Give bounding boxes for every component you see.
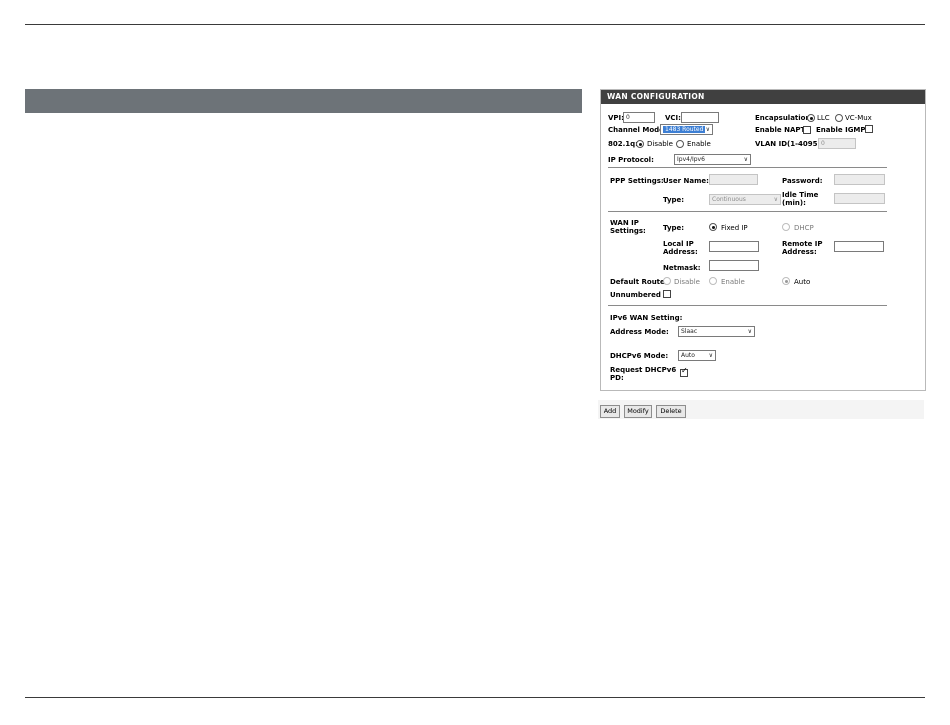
encapsulation-label: Encapsulation:	[755, 114, 814, 122]
vci-input[interactable]	[681, 112, 719, 123]
route-enable-radio[interactable]	[709, 277, 717, 285]
chevron-down-icon: ∨	[747, 328, 752, 335]
wan-ip-dhcp-radio[interactable]	[782, 223, 790, 231]
ip-protocol-select[interactable]: Ipv4/Ipv6 ∨	[674, 154, 751, 165]
encap-llc-label: LLC	[817, 114, 830, 122]
wan-ip-settings-label-line2: Settings:	[610, 227, 646, 235]
dhcpv6-mode-value: Auto	[681, 352, 695, 359]
wan-ip-type-label: Type:	[663, 224, 685, 232]
dhcpv6-mode-select[interactable]: Auto ∨	[678, 350, 716, 361]
route-disable-label: Disable	[674, 278, 700, 286]
dot1q-enable-radio[interactable]	[676, 140, 684, 148]
address-mode-value: Slaac	[681, 328, 698, 335]
unnumbered-label: Unnumbered	[610, 291, 661, 299]
channel-mode-label: Channel Mode:	[608, 126, 667, 134]
wan-ip-fixed-radio[interactable]	[709, 223, 717, 231]
channel-mode-select[interactable]: 1483 Routed ∨	[660, 124, 713, 135]
ppp-user-name-label: User Name:	[663, 177, 709, 185]
request-pd-checkbox[interactable]: ✓	[680, 366, 688, 377]
chevron-down-icon: ∨	[773, 196, 778, 203]
netmask-label: Netmask:	[663, 264, 701, 272]
local-ip-input[interactable]	[709, 241, 759, 252]
idle-time-input[interactable]	[834, 193, 885, 204]
ppp-settings-label: PPP Settings:	[610, 177, 664, 185]
enable-igmp-label: Enable IGMP:	[816, 126, 869, 134]
chevron-down-icon: ∨	[705, 126, 710, 133]
top-rule	[25, 24, 925, 25]
local-ip-label-line1: Local IP	[663, 240, 694, 248]
remote-ip-label-line2: Address:	[782, 248, 817, 256]
vlan-id-label: VLAN ID(1-4095):	[755, 140, 824, 148]
wan-ip-fixed-label: Fixed IP	[721, 224, 748, 232]
vci-label: VCI:	[665, 114, 681, 122]
address-mode-label: Address Mode:	[610, 328, 669, 336]
default-route-label: Default Route:	[610, 278, 668, 286]
ip-protocol-label: IP Protocol:	[608, 156, 654, 164]
ipv6-wan-setting-label: IPv6 WAN Setting:	[610, 314, 683, 322]
wan-configuration-panel: WAN CONFIGURATION VPI: 0 VCI: Encapsulat…	[600, 89, 926, 391]
dot1q-disable-label: Disable	[647, 140, 673, 148]
ppp-type-value: Continuous	[712, 196, 746, 203]
delete-button[interactable]: Delete	[656, 405, 686, 418]
dot1q-disable-radio[interactable]	[636, 140, 644, 148]
divider	[608, 211, 887, 212]
ppp-type-label: Type:	[663, 196, 685, 204]
ppp-password-label: Password:	[782, 177, 823, 185]
route-disable-radio[interactable]	[663, 277, 671, 285]
chevron-down-icon: ∨	[743, 156, 748, 163]
dot1q-label: 802.1q:	[608, 140, 638, 148]
route-enable-label: Enable	[721, 278, 745, 286]
checkmark-icon: ✓	[681, 366, 688, 375]
ppp-user-name-input[interactable]	[709, 174, 758, 185]
vpi-input[interactable]: 0	[623, 112, 655, 123]
idle-time-label-line1: Idle Time	[782, 191, 819, 199]
request-pd-label-line2: PD:	[610, 374, 624, 382]
vlan-id-input[interactable]: 0	[818, 138, 856, 149]
add-button[interactable]: Add	[600, 405, 620, 418]
vpi-label: VPI:	[608, 114, 624, 122]
divider	[608, 305, 887, 306]
encap-vcmux-radio[interactable]	[835, 114, 843, 122]
enable-napt-label: Enable NAPT:	[755, 126, 808, 134]
ppp-password-input[interactable]	[834, 174, 885, 185]
dot1q-enable-label: Enable	[687, 140, 711, 148]
ip-protocol-value: Ipv4/Ipv6	[677, 156, 705, 163]
enable-napt-checkbox[interactable]	[803, 126, 811, 134]
unnumbered-checkbox[interactable]	[663, 290, 671, 298]
address-mode-select[interactable]: Slaac ∨	[678, 326, 755, 337]
wan-ip-settings-label-line1: WAN IP	[610, 219, 639, 227]
encap-llc-radio[interactable]	[807, 114, 815, 122]
bottom-rule	[25, 697, 925, 698]
section-header-bar	[25, 89, 582, 113]
remote-ip-input[interactable]	[834, 241, 884, 252]
chevron-down-icon: ∨	[708, 352, 713, 359]
netmask-input[interactable]	[709, 260, 759, 271]
request-pd-label-line1: Request DHCPv6	[610, 366, 677, 374]
route-auto-radio[interactable]	[782, 277, 790, 285]
channel-mode-value: 1483 Routed	[663, 126, 706, 133]
encap-vcmux-label: VC-Mux	[845, 114, 872, 122]
modify-button[interactable]: Modify	[624, 405, 652, 418]
panel-title: WAN CONFIGURATION	[601, 90, 925, 104]
local-ip-label-line2: Address:	[663, 248, 698, 256]
wan-ip-dhcp-label: DHCP	[794, 224, 814, 232]
remote-ip-label-line1: Remote IP	[782, 240, 823, 248]
route-auto-label: Auto	[794, 278, 811, 286]
ppp-type-select[interactable]: Continuous ∨	[709, 194, 781, 205]
enable-igmp-checkbox[interactable]	[865, 125, 873, 133]
divider	[608, 167, 887, 168]
idle-time-label-line2: (min):	[782, 199, 806, 207]
dhcpv6-mode-label: DHCPv6 Mode:	[610, 352, 669, 360]
